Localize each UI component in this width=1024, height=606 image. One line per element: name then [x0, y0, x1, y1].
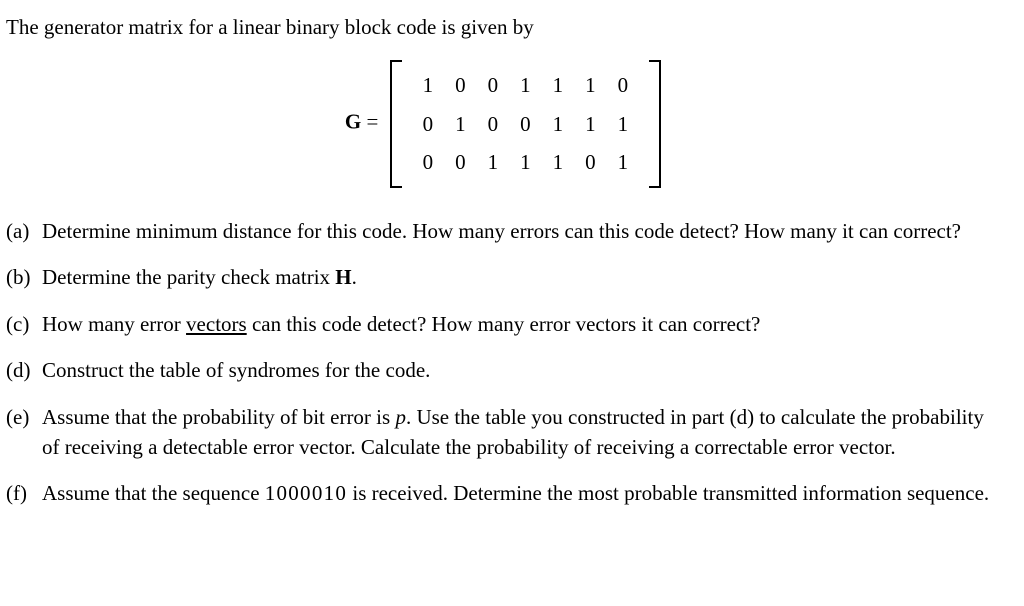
part-label: (d) [6, 355, 31, 385]
matrix-cell: 1 [509, 66, 542, 104]
part-text: Assume that the probability of bit error… [42, 405, 395, 429]
part-e: (e) Assume that the probability of bit e… [42, 402, 1000, 463]
left-bracket [390, 60, 402, 187]
matrix-equation: G = 1 0 0 1 1 1 0 0 1 0 0 1 [6, 60, 1000, 187]
part-label: (b) [6, 262, 31, 292]
matrix-cell: 0 [607, 66, 640, 104]
part-c: (c) How many error vectors can this code… [42, 309, 1000, 339]
part-label: (e) [6, 402, 29, 432]
parts-list: (a) Determine minimum distance for this … [6, 216, 1000, 509]
matrix-cell: 1 [542, 143, 575, 181]
problem-intro: The generator matrix for a linear binary… [6, 12, 1000, 42]
matrix-cell: 1 [509, 143, 542, 181]
part-text: . [352, 265, 357, 289]
matrix-label: G [345, 110, 361, 134]
part-text: Determine minimum distance for this code… [42, 219, 961, 243]
matrix-cell: 1 [574, 66, 607, 104]
matrix-cell: 1 [607, 143, 640, 181]
matrix-cell: 0 [574, 143, 607, 181]
part-f: (f) Assume that the sequence 1000010 is … [42, 478, 1000, 508]
part-text: is received. Determine the most probable… [347, 481, 989, 505]
matrix-row: 0 0 1 1 1 0 1 [412, 143, 640, 181]
part-text: How many error [42, 312, 186, 336]
matrix-cell: 1 [607, 105, 640, 143]
part-text: can this code detect? How many error vec… [247, 312, 761, 336]
matrix-cell: 1 [412, 66, 445, 104]
variable-p: p [395, 405, 406, 429]
underlined-word: vectors [186, 312, 247, 336]
matrix-cell: 1 [542, 105, 575, 143]
matrix-row: 1 0 0 1 1 1 0 [412, 66, 640, 104]
matrix-cell: 0 [412, 105, 445, 143]
part-text: Construct the table of syndromes for the… [42, 358, 430, 382]
matrix-brackets: 1 0 0 1 1 1 0 0 1 0 0 1 1 1 [390, 60, 662, 187]
equals-sign: = [367, 110, 384, 134]
matrix-table: 1 0 0 1 1 1 0 0 1 0 0 1 1 1 [412, 66, 640, 181]
part-label: (c) [6, 309, 29, 339]
matrix-cell: 1 [542, 66, 575, 104]
matrix-cell: 0 [444, 143, 477, 181]
matrix-row: 0 1 0 0 1 1 1 [412, 105, 640, 143]
matrix-cell: 1 [444, 105, 477, 143]
matrix-H: H [335, 265, 351, 289]
part-text: Determine the parity check matrix [42, 265, 335, 289]
matrix-cell: 0 [477, 105, 510, 143]
right-bracket [649, 60, 661, 187]
matrix-cell: 0 [412, 143, 445, 181]
part-label: (f) [6, 478, 27, 508]
part-a: (a) Determine minimum distance for this … [42, 216, 1000, 246]
matrix-cell: 0 [444, 66, 477, 104]
part-b: (b) Determine the parity check matrix H. [42, 262, 1000, 292]
matrix-cell: 0 [509, 105, 542, 143]
part-text: Assume that the sequence [42, 481, 265, 505]
matrix-cell: 1 [477, 143, 510, 181]
matrix-cell: 1 [574, 105, 607, 143]
part-label: (a) [6, 216, 29, 246]
matrix-body: 1 0 0 1 1 1 0 0 1 0 0 1 1 1 [402, 60, 650, 187]
sequence: 1000010 [265, 481, 347, 505]
part-d: (d) Construct the table of syndromes for… [42, 355, 1000, 385]
matrix-cell: 0 [477, 66, 510, 104]
